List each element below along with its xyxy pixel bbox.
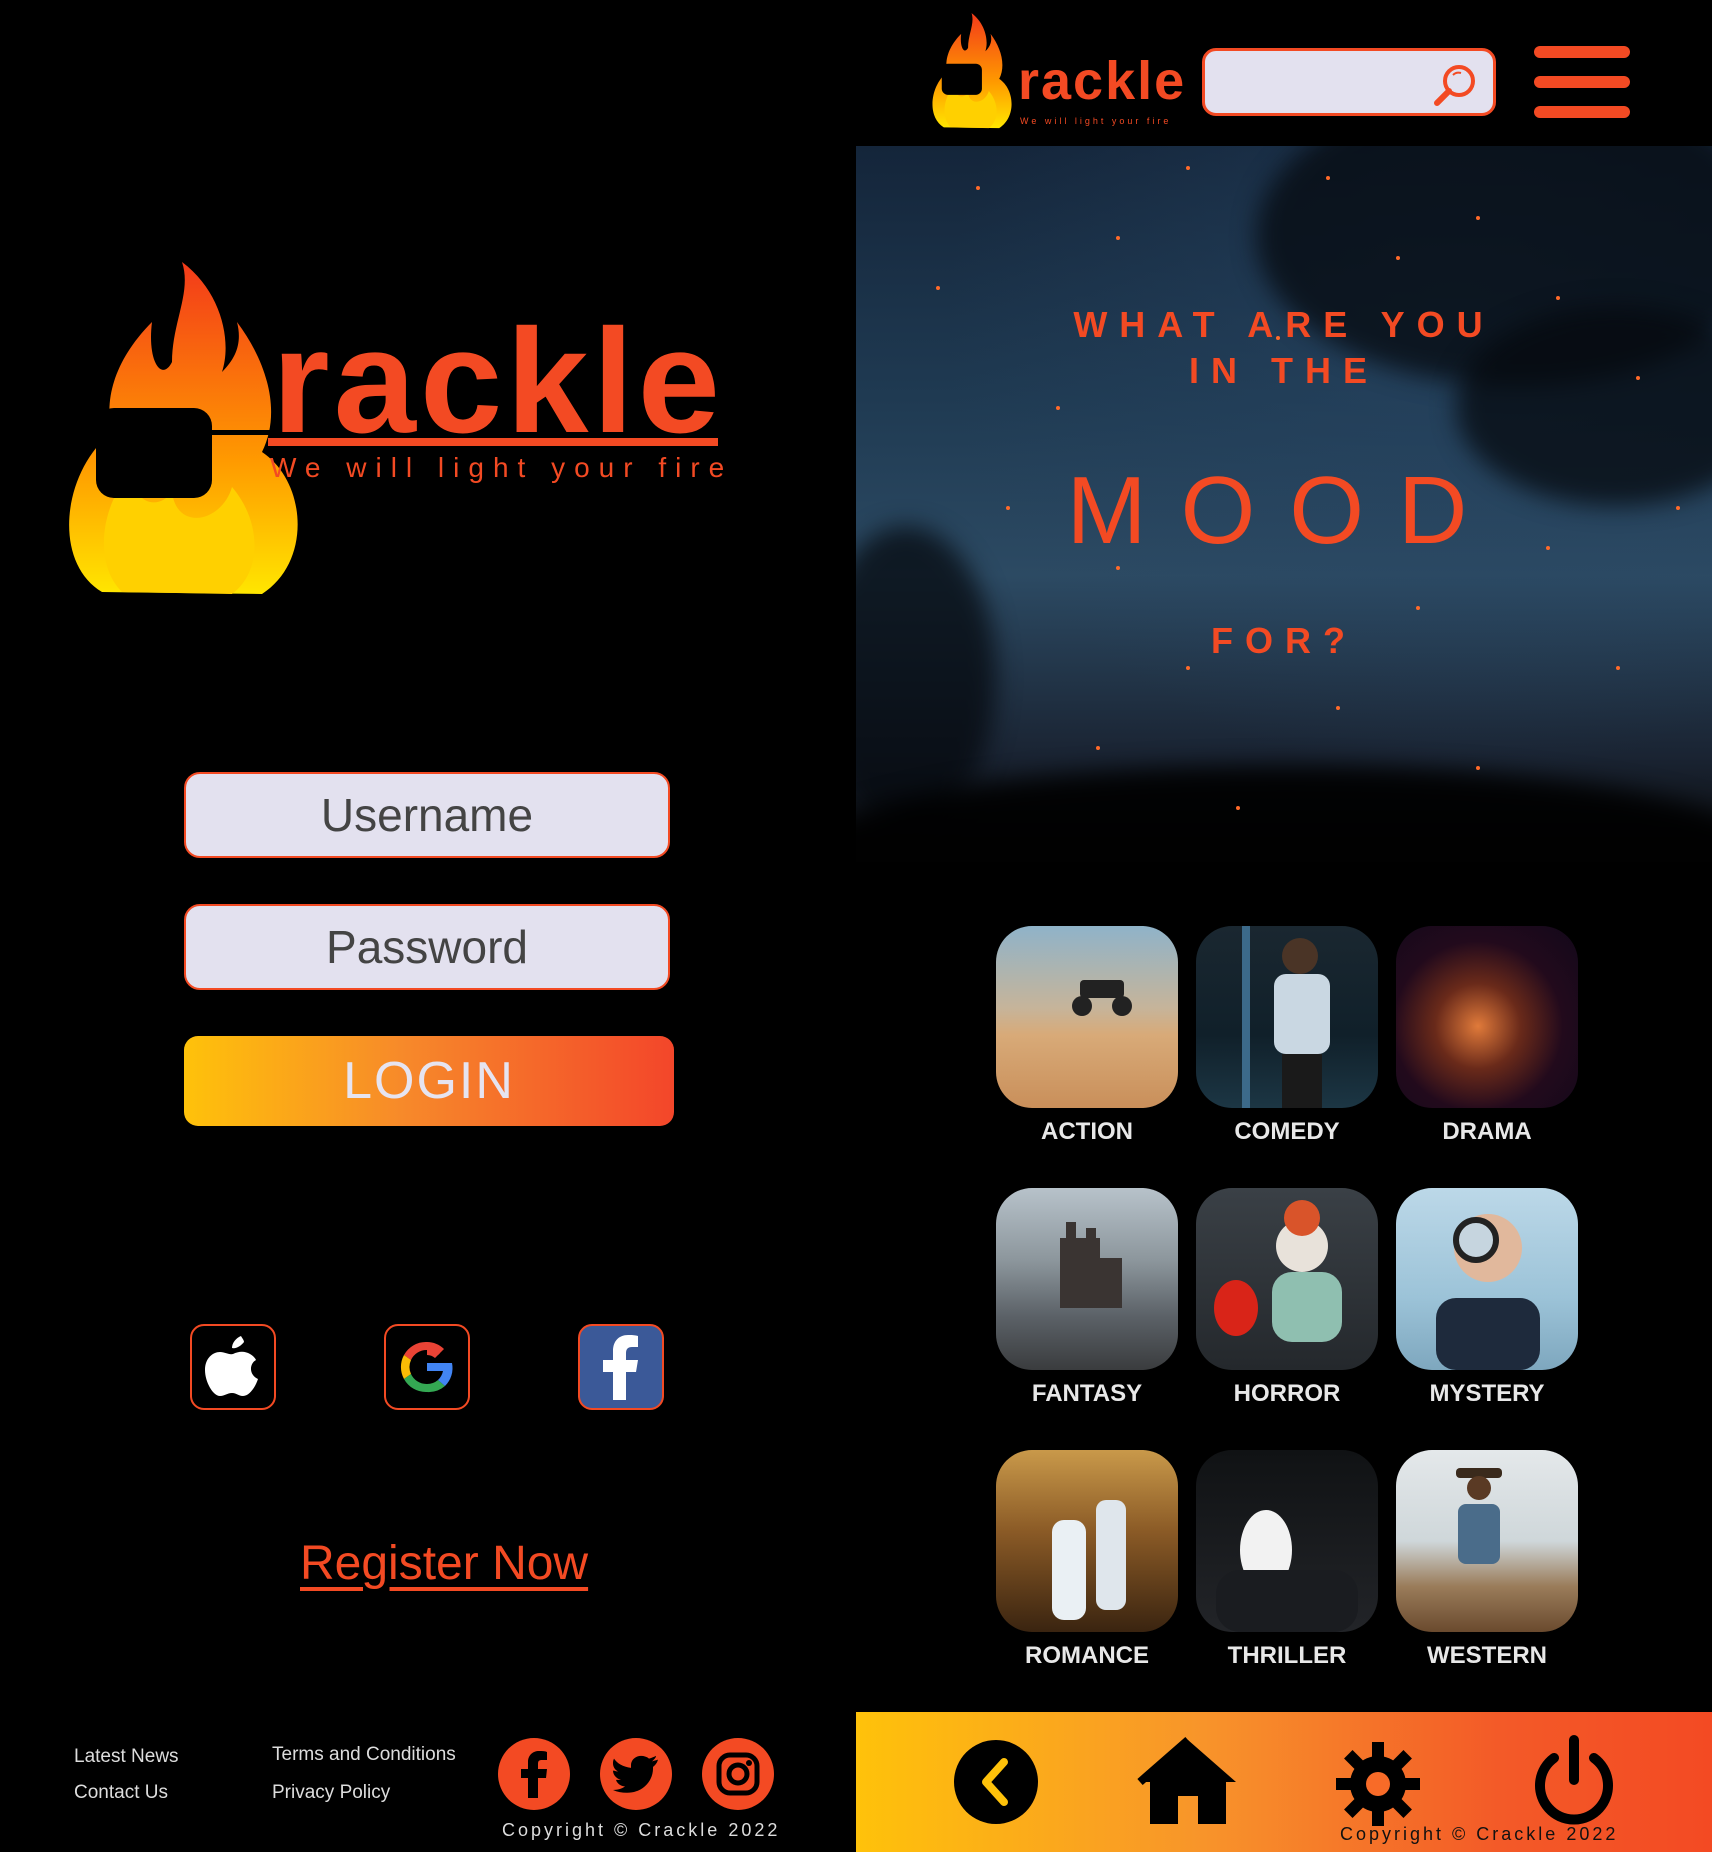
footer-link-contact-us[interactable]: Contact Us bbox=[74, 1782, 168, 1804]
hero-line-1: WHAT ARE YOU bbox=[1073, 304, 1495, 345]
genre-horror[interactable]: HORROR bbox=[1196, 1188, 1378, 1408]
hero-mood-title: MOOD bbox=[1066, 457, 1502, 564]
settings-icon bbox=[1336, 1742, 1420, 1826]
genre-label: HORROR bbox=[1233, 1380, 1341, 1407]
twitter-icon bbox=[613, 1755, 658, 1793]
genre-comedy-image[interactable] bbox=[1196, 926, 1378, 1108]
genre-fantasy[interactable]: FANTASY bbox=[996, 1188, 1178, 1408]
genre-thriller[interactable]: THRILLER bbox=[1196, 1450, 1378, 1670]
logo-tagline: We will light your fire bbox=[270, 452, 734, 483]
genre-drama-image[interactable] bbox=[1396, 926, 1578, 1108]
genre-action-image[interactable] bbox=[996, 926, 1178, 1108]
home-button[interactable] bbox=[1136, 1736, 1240, 1828]
footer-facebook-button[interactable] bbox=[498, 1738, 570, 1810]
apple-icon bbox=[205, 1336, 258, 1396]
genre-romance[interactable]: ROMANCE bbox=[996, 1450, 1178, 1670]
crackle-logo-small: rackle We will light your fire bbox=[930, 12, 1190, 132]
genre-action[interactable]: ACTION bbox=[996, 926, 1178, 1146]
hero-line-2: IN THE bbox=[1188, 350, 1379, 391]
footer-link-terms[interactable]: Terms and Conditions bbox=[272, 1744, 456, 1766]
logo-underline bbox=[268, 438, 718, 446]
genre-fantasy-image[interactable] bbox=[996, 1188, 1178, 1370]
facebook-icon bbox=[603, 1335, 638, 1400]
logo-wordmark: rackle bbox=[272, 299, 724, 464]
footer-instagram-button[interactable] bbox=[702, 1738, 774, 1810]
logo-wordmark: rackle bbox=[1018, 51, 1187, 111]
home-icon bbox=[1137, 1736, 1236, 1824]
username-field[interactable]: Username bbox=[184, 772, 670, 858]
register-now-link[interactable]: Register Now bbox=[300, 1536, 588, 1591]
footer-link-privacy[interactable]: Privacy Policy bbox=[272, 1782, 390, 1804]
footer-link-latest-news[interactable]: Latest News bbox=[74, 1746, 179, 1768]
nav-copyright: Copyright © Crackle 2022 bbox=[1340, 1824, 1619, 1844]
genre-label: MYSTERY bbox=[1429, 1380, 1545, 1407]
genre-label: ROMANCE bbox=[1025, 1642, 1149, 1669]
logo-tagline: We will light your fire bbox=[1020, 116, 1172, 126]
menu-bar bbox=[1534, 76, 1630, 88]
genre-western-image[interactable] bbox=[1396, 1450, 1578, 1632]
power-button[interactable] bbox=[1530, 1734, 1618, 1826]
footer-copyright: Copyright © Crackle 2022 bbox=[502, 1820, 781, 1840]
genre-label: DRAMA bbox=[1442, 1118, 1532, 1145]
power-icon bbox=[1535, 1735, 1613, 1825]
crackle-logo-large: rackle We will light your fire bbox=[62, 262, 802, 602]
mood-hero-banner: WHAT ARE YOU IN THE MOOD FOR? bbox=[856, 146, 1712, 862]
search-input[interactable] bbox=[1202, 48, 1496, 116]
google-icon bbox=[400, 1341, 453, 1393]
genre-horror-image[interactable] bbox=[1196, 1188, 1378, 1370]
apple-login-button[interactable] bbox=[190, 1324, 276, 1410]
bottom-nav-bar: Copyright © Crackle 2022 bbox=[856, 1712, 1712, 1852]
genre-western[interactable]: WESTERN bbox=[1396, 1450, 1578, 1670]
flame-logo-icon bbox=[932, 13, 1012, 129]
instagram-icon bbox=[716, 1752, 760, 1796]
hero-line-4: FOR? bbox=[1211, 620, 1357, 661]
menu-bar bbox=[1534, 46, 1630, 58]
genre-label: THRILLER bbox=[1227, 1642, 1347, 1669]
hamburger-menu-icon[interactable] bbox=[1534, 46, 1630, 118]
menu-bar bbox=[1534, 106, 1630, 118]
footer-twitter-button[interactable] bbox=[600, 1738, 672, 1810]
back-button[interactable] bbox=[954, 1740, 1038, 1824]
genre-drama[interactable]: DRAMA bbox=[1396, 926, 1578, 1146]
genre-label: ACTION bbox=[1041, 1118, 1133, 1145]
genre-romance-image[interactable] bbox=[996, 1450, 1178, 1632]
genre-mystery-image[interactable] bbox=[1396, 1188, 1578, 1370]
settings-button[interactable] bbox=[1334, 1740, 1422, 1828]
facebook-login-button[interactable] bbox=[578, 1324, 664, 1410]
genre-comedy[interactable]: COMEDY bbox=[1196, 926, 1378, 1146]
genre-label: COMEDY bbox=[1234, 1118, 1340, 1145]
password-field[interactable]: Password bbox=[184, 904, 670, 990]
genre-label: WESTERN bbox=[1427, 1642, 1547, 1669]
search-icon[interactable] bbox=[1431, 61, 1479, 109]
facebook-icon bbox=[521, 1751, 547, 1798]
back-icon bbox=[982, 1758, 1008, 1806]
genre-mystery[interactable]: MYSTERY bbox=[1396, 1188, 1578, 1408]
genre-thriller-image[interactable] bbox=[1196, 1450, 1378, 1632]
google-login-button[interactable] bbox=[384, 1324, 470, 1410]
login-button[interactable]: LOGIN bbox=[184, 1036, 674, 1126]
genre-label: FANTASY bbox=[1031, 1380, 1143, 1407]
